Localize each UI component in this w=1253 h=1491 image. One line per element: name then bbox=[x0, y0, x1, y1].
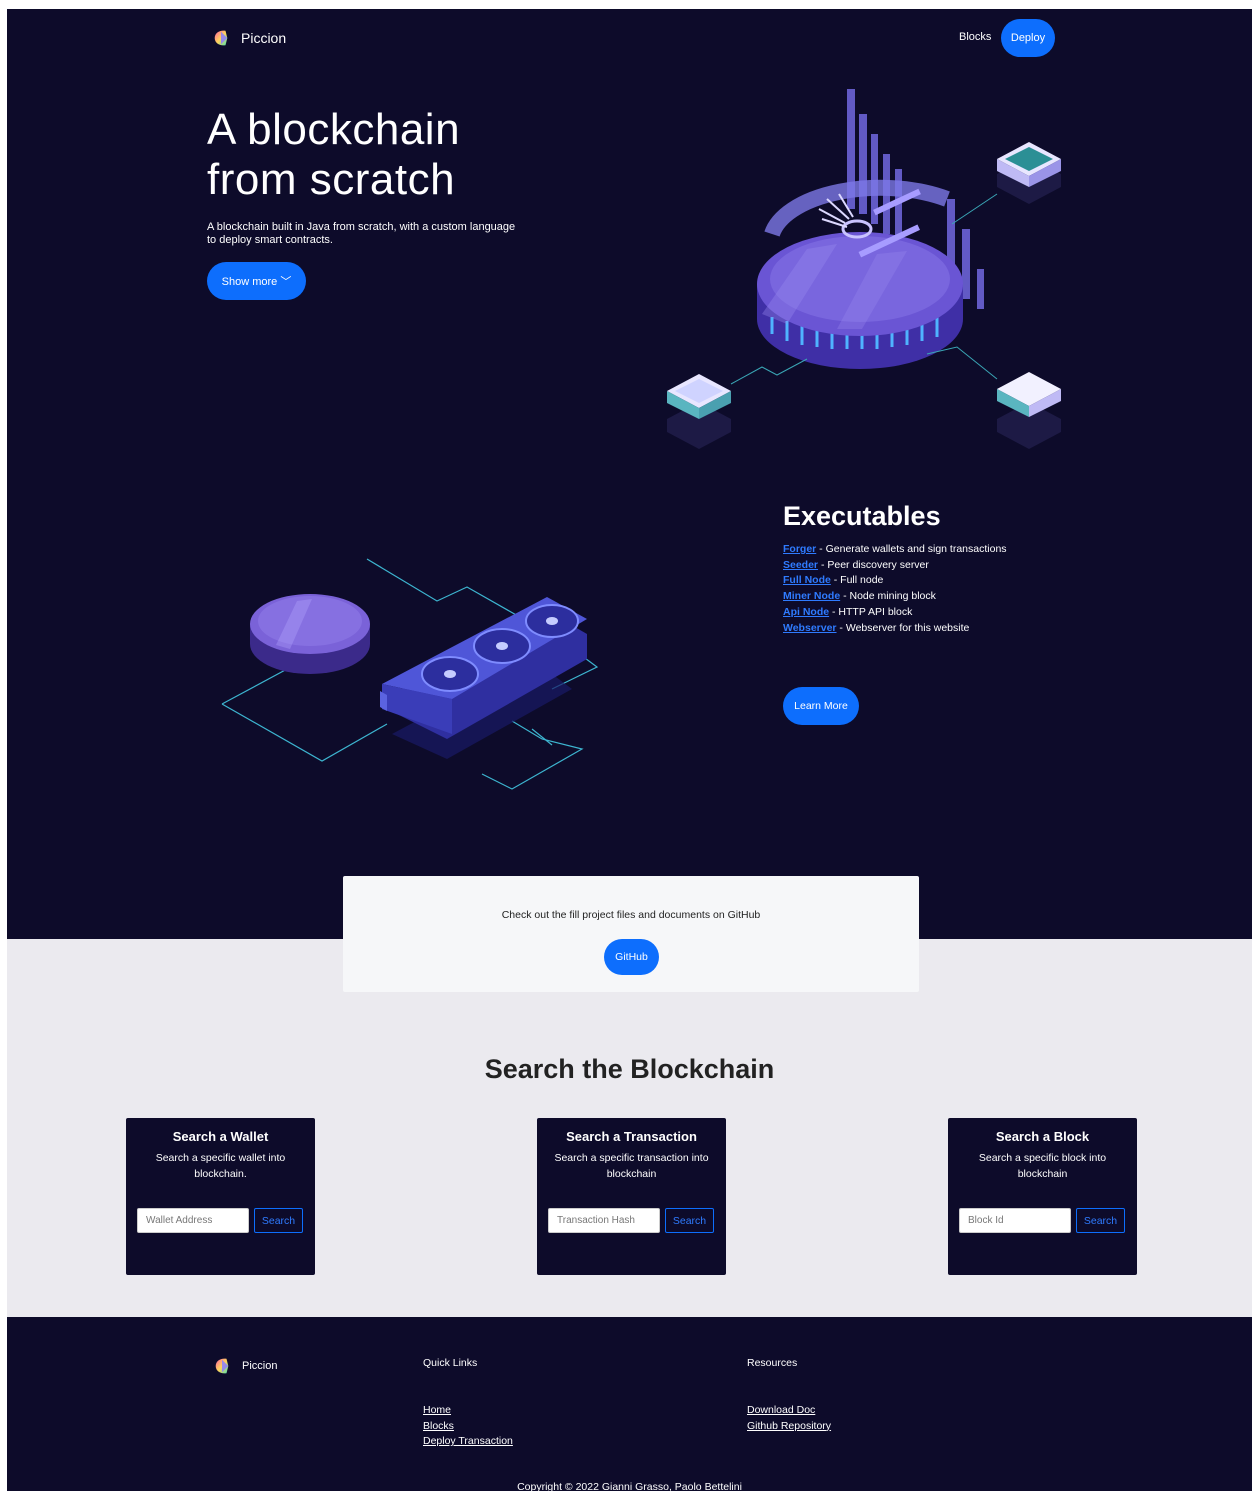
github-button[interactable]: GitHub bbox=[604, 939, 659, 975]
search-block-card: Search a Block Search a specific block i… bbox=[948, 1118, 1137, 1275]
list-item: Blocks bbox=[423, 1419, 513, 1435]
page-frame: Piccion Blocks Deploy A blockchain from … bbox=[7, 9, 1252, 1491]
list-item: Github Repository bbox=[747, 1419, 831, 1435]
quick-links-list: Home Blocks Deploy Transaction bbox=[423, 1403, 513, 1450]
search-card-desc: Search a specific transaction into block… bbox=[554, 1152, 709, 1180]
search-card-desc: Search a specific block into blockchain bbox=[978, 1152, 1107, 1180]
executable-item: Api Node - HTTP API block bbox=[783, 605, 913, 618]
list-item: Download Doc bbox=[747, 1403, 831, 1419]
executable-item: Webserver - Webserver for this website bbox=[783, 621, 970, 634]
piccion-logo-icon bbox=[215, 1358, 229, 1374]
hero-subtitle: A blockchain built in Java from scratch,… bbox=[207, 221, 516, 246]
block-left bbox=[667, 374, 731, 449]
executables-list: Forger - Generate wallets and sign trans… bbox=[783, 542, 1007, 636]
list-item: Deploy Transaction bbox=[423, 1434, 513, 1450]
nav-brand[interactable]: Piccion bbox=[212, 29, 286, 47]
resources-title: Resources bbox=[747, 1357, 798, 1369]
search-card-title: Search a Transaction bbox=[566, 1129, 697, 1144]
nav-deploy-button[interactable]: Deploy bbox=[1001, 19, 1055, 57]
transaction-hash-input[interactable] bbox=[548, 1208, 660, 1233]
footer-link-github-repository[interactable]: Github Repository bbox=[747, 1420, 831, 1432]
search-card-title: Search a Block bbox=[995, 1129, 1090, 1144]
footer: Piccion Quick Links Home Blocks Deploy T… bbox=[7, 1317, 1252, 1491]
search-wallet-button[interactable]: Search bbox=[254, 1208, 303, 1233]
search-card-title: Search a Wallet bbox=[172, 1129, 269, 1144]
footer-brand-name: Piccion bbox=[242, 1360, 278, 1372]
executable-item: Full Node - Full node bbox=[783, 574, 884, 587]
executable-link-api-node[interactable]: Api Node bbox=[783, 606, 829, 618]
show-more-button[interactable]: Show more ﹀ bbox=[207, 262, 306, 300]
wallet-address-input[interactable] bbox=[137, 1208, 249, 1233]
nav-blocks-link[interactable]: Blocks bbox=[959, 31, 991, 43]
search-transaction-card: Search a Transaction Search a specific t… bbox=[537, 1118, 726, 1275]
footer-link-deploy-transaction[interactable]: Deploy Transaction bbox=[423, 1435, 513, 1447]
executable-item: Miner Node - Node mining block bbox=[783, 590, 936, 603]
hero-title-line-1: A blockchain bbox=[207, 105, 461, 154]
blockchain-server-illustration bbox=[667, 89, 1061, 449]
github-card: Check out the fill project files and doc… bbox=[343, 876, 919, 992]
gpu-miner-illustration bbox=[221, 558, 599, 790]
footer-brand[interactable]: Piccion bbox=[213, 1357, 277, 1375]
block-top-right bbox=[997, 142, 1061, 204]
github-text: Check out the fill project files and doc… bbox=[501, 909, 761, 921]
executable-link-full-node[interactable]: Full Node bbox=[783, 574, 831, 586]
hero-title: A blockchain from scratch bbox=[207, 105, 460, 205]
executable-link-miner-node[interactable]: Miner Node bbox=[783, 590, 840, 602]
search-title: Search the Blockchain bbox=[484, 1054, 775, 1084]
block-bottom-right bbox=[997, 372, 1061, 449]
nav-brand-name: Piccion bbox=[241, 30, 287, 46]
executable-link-forger[interactable]: Forger bbox=[783, 543, 816, 555]
footer-link-home[interactable]: Home bbox=[423, 1404, 451, 1416]
executable-item: Seeder - Peer discovery server bbox=[783, 558, 929, 571]
executables-title: Executables bbox=[783, 501, 941, 531]
footer-link-blocks[interactable]: Blocks bbox=[423, 1420, 454, 1432]
list-item: Home bbox=[423, 1403, 513, 1419]
executable-link-seeder[interactable]: Seeder bbox=[783, 559, 818, 571]
search-section: Search the Blockchain Search a Wallet Se… bbox=[7, 939, 1252, 1317]
hero-title-line-2: from scratch bbox=[207, 155, 456, 204]
search-block-button[interactable]: Search bbox=[1076, 1208, 1125, 1233]
hero-section: Piccion Blocks Deploy A blockchain from … bbox=[7, 9, 1252, 939]
executable-link-webserver[interactable]: Webserver bbox=[783, 622, 837, 634]
search-wallet-card: Search a Wallet Search a specific wallet… bbox=[126, 1118, 315, 1275]
search-card-desc: Search a specific wallet into blockchain… bbox=[155, 1152, 286, 1180]
piccion-logo-icon bbox=[214, 30, 228, 46]
search-transaction-button[interactable]: Search bbox=[665, 1208, 714, 1233]
learn-more-button[interactable]: Learn More bbox=[783, 687, 859, 725]
footer-link-download-doc[interactable]: Download Doc bbox=[747, 1404, 815, 1416]
copyright-text: Copyright © 2022 Gianni Grasso, Paolo Be… bbox=[517, 1481, 742, 1491]
executable-item: Forger - Generate wallets and sign trans… bbox=[783, 543, 1007, 555]
resources-list: Download Doc Github Repository bbox=[747, 1403, 831, 1434]
block-id-input[interactable] bbox=[959, 1208, 1071, 1233]
quick-links-title: Quick Links bbox=[423, 1357, 478, 1369]
